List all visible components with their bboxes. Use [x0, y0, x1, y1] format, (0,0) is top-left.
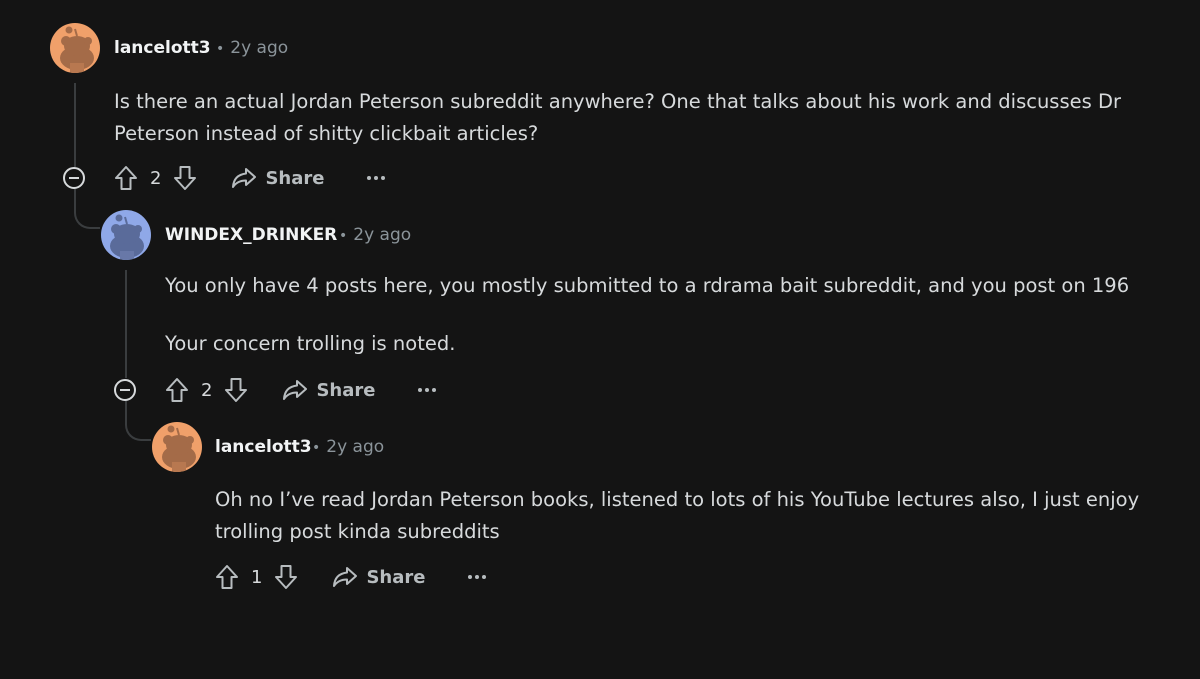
snoo-avatar-icon [152, 422, 202, 472]
share-label: Share [366, 566, 426, 588]
share-button[interactable]: Share [231, 167, 324, 189]
ellipsis-icon [418, 388, 437, 392]
downvote-arrow-icon[interactable] [224, 377, 248, 403]
comment-actions: 1 Share [215, 562, 487, 592]
ellipsis-icon [468, 575, 487, 579]
comment-author[interactable]: WINDEX_DRINKER [165, 225, 337, 245]
downvote-arrow-icon[interactable] [173, 165, 197, 191]
comment-body: You only have 4 posts here, you mostly s… [165, 274, 1130, 297]
thread-line[interactable] [125, 270, 127, 378]
vote-count: 1 [251, 566, 263, 588]
separator-dot: • [216, 41, 225, 57]
comment-meta: • 2y ago [306, 437, 384, 457]
downvote-arrow-icon[interactable] [274, 564, 298, 590]
collapse-minus-icon[interactable] [114, 379, 136, 401]
comment-body: Is there an actual Jordan Peterson subre… [114, 90, 1122, 145]
snoo-avatar-icon [101, 210, 151, 260]
share-arrow-icon [283, 380, 308, 400]
share-arrow-icon [232, 168, 257, 188]
thread-branch-line [74, 189, 100, 229]
share-label: Share [316, 379, 376, 401]
comment-actions: 2 Share [165, 375, 437, 405]
more-options-button[interactable] [467, 574, 487, 580]
comment-author[interactable]: lancelott3 [114, 38, 211, 58]
comment-author[interactable]: lancelott3 [215, 437, 312, 457]
comment-timestamp[interactable]: 2y ago [353, 225, 411, 245]
share-label: Share [265, 167, 325, 189]
separator-dot: • [312, 440, 321, 456]
vote-count: 2 [150, 167, 162, 189]
thread-line[interactable] [74, 83, 76, 167]
upvote-arrow-icon[interactable] [114, 165, 138, 191]
avatar[interactable] [101, 210, 151, 260]
separator-dot: • [339, 228, 348, 244]
comment-body: Oh no I’ve read Jordan Peterson books, l… [215, 488, 1140, 543]
ellipsis-icon [367, 176, 386, 180]
upvote-arrow-icon[interactable] [165, 377, 189, 403]
comment-body-paragraph: Your concern trolling is noted. [165, 332, 456, 355]
comment-timestamp[interactable]: 2y ago [326, 437, 384, 457]
avatar[interactable] [152, 422, 202, 472]
avatar[interactable] [50, 23, 100, 73]
upvote-arrow-icon[interactable] [215, 564, 239, 590]
comment-meta: • 2y ago [210, 38, 288, 58]
comment-timestamp[interactable]: 2y ago [230, 38, 288, 58]
more-options-button[interactable] [417, 387, 437, 393]
collapse-minus-icon[interactable] [63, 167, 85, 189]
snoo-avatar-icon [50, 23, 100, 73]
comment-actions: 2 Share [114, 163, 386, 193]
comment-meta: • 2y ago [333, 225, 411, 245]
more-options-button[interactable] [366, 175, 386, 181]
vote-count: 2 [201, 379, 213, 401]
share-button[interactable]: Share [282, 379, 375, 401]
thread-branch-line [125, 401, 151, 441]
share-arrow-icon [333, 567, 358, 587]
share-button[interactable]: Share [332, 566, 425, 588]
